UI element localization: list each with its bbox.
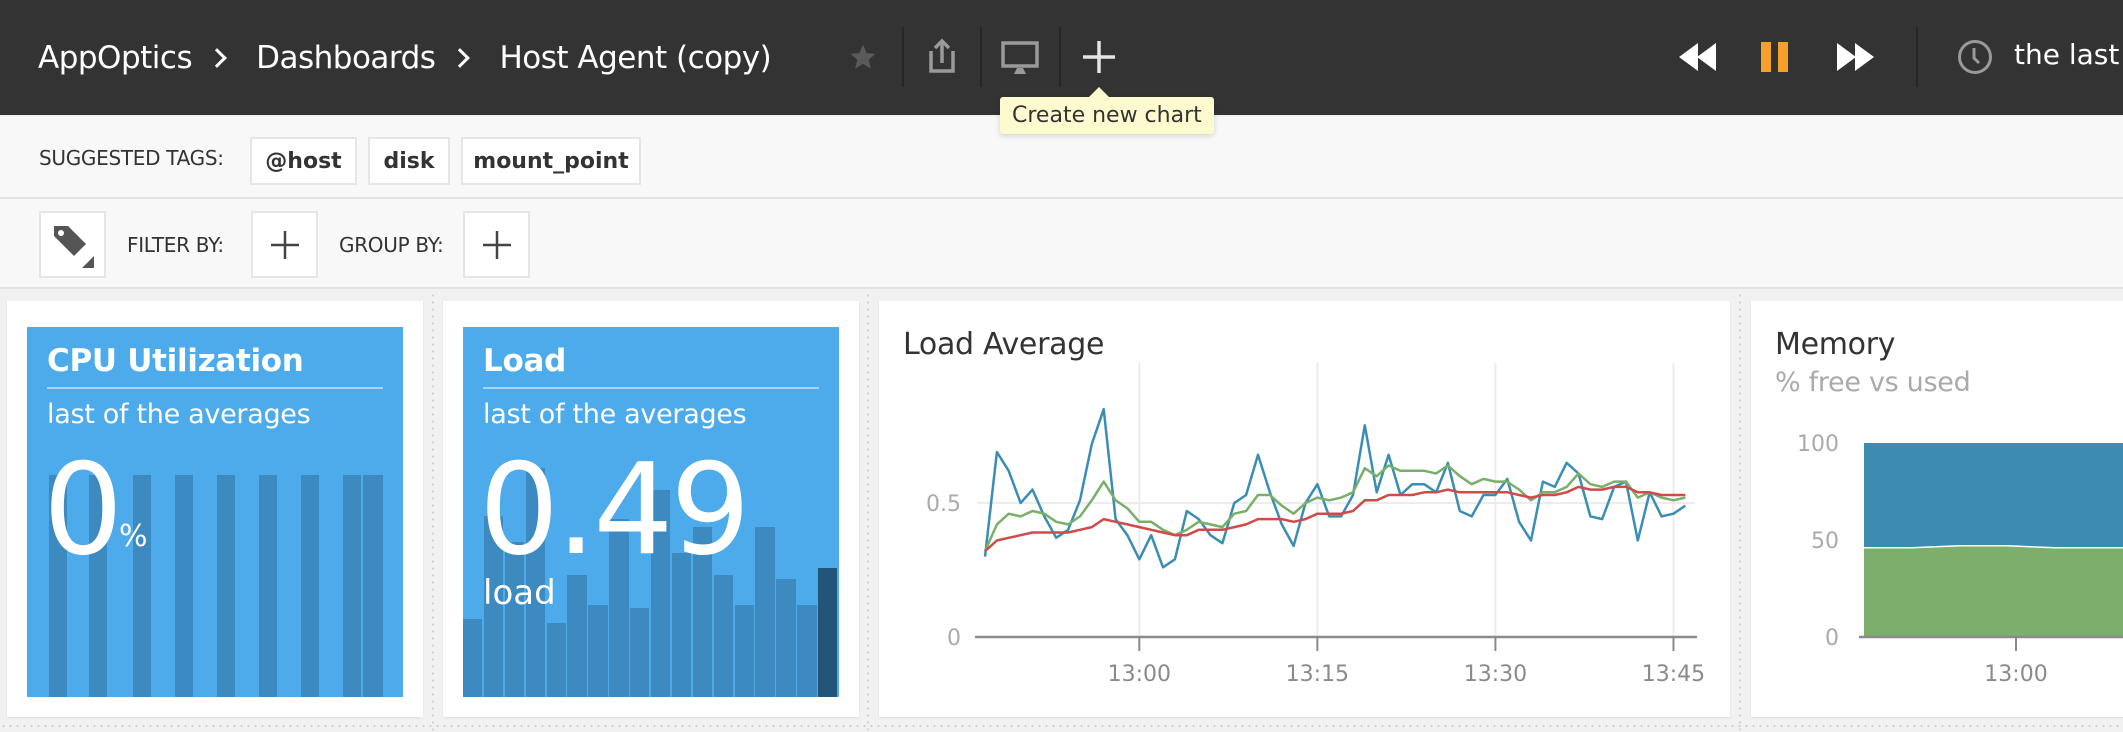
y-tick-label: 0 bbox=[947, 626, 961, 651]
pause-button[interactable] bbox=[1760, 40, 1790, 74]
suggested-tags-label: SUGGESTED TAGS: bbox=[39, 146, 224, 170]
filter-bar: FILTER BY: GROUP BY: bbox=[0, 199, 2123, 289]
spark-bar bbox=[133, 475, 151, 697]
grid-guide bbox=[431, 292, 435, 732]
widget-subtitle: last of the averages bbox=[483, 399, 747, 430]
spark-bar bbox=[259, 475, 277, 697]
widget-title: Load bbox=[483, 343, 819, 389]
cpu-utilization-panel[interactable]: CPU Utilization last of the averages 0 % bbox=[7, 301, 423, 717]
divider bbox=[902, 27, 904, 87]
spark-bar bbox=[713, 574, 734, 697]
widget-value: 0 bbox=[43, 436, 123, 583]
plus-icon bbox=[1083, 41, 1115, 73]
spark-bar bbox=[588, 604, 608, 697]
y-tick-label: 100 bbox=[1797, 432, 1839, 457]
spark-bar bbox=[343, 475, 361, 697]
x-tick-label: 13:00 bbox=[1984, 662, 2047, 687]
star-icon bbox=[850, 44, 876, 69]
rewind-icon bbox=[1679, 43, 1716, 71]
fast-forward-icon bbox=[1837, 43, 1874, 71]
add-group-button[interactable] bbox=[463, 211, 530, 278]
clock-icon bbox=[1958, 40, 1992, 74]
favorite-button[interactable] bbox=[846, 40, 880, 74]
add-filter-button[interactable] bbox=[251, 211, 318, 278]
divider bbox=[1916, 27, 1918, 87]
load-average-chart: 13:00 13:15 13:30 13:45 0 0.5 bbox=[926, 363, 1705, 687]
divider bbox=[1059, 27, 1061, 87]
spark-bar bbox=[755, 526, 775, 697]
grid-guide bbox=[0, 724, 2123, 728]
page-title: Host Agent (copy) bbox=[499, 40, 772, 76]
widget-unit: load bbox=[483, 573, 556, 613]
y-tick-label: 0.5 bbox=[926, 492, 961, 517]
spark-bar bbox=[797, 604, 817, 697]
divider bbox=[980, 27, 982, 87]
share-button[interactable] bbox=[924, 36, 960, 76]
tv-mode-button[interactable] bbox=[1000, 40, 1040, 76]
y-tick-label: 0 bbox=[1825, 626, 1839, 651]
widget-title: CPU Utilization bbox=[47, 343, 383, 389]
chevron-right-icon bbox=[450, 48, 471, 68]
widget-subtitle: last of the averages bbox=[47, 399, 311, 430]
tag-chip[interactable]: @host bbox=[250, 137, 357, 185]
filter-by-label: FILTER BY: bbox=[127, 233, 224, 257]
load-panel[interactable]: Load last of the averages 0.49 load bbox=[443, 301, 859, 717]
add-chart-button[interactable] bbox=[1080, 38, 1118, 76]
widget-value: 0.49 bbox=[479, 436, 751, 583]
tag-chip[interactable]: disk bbox=[368, 137, 450, 185]
tag-icon bbox=[53, 225, 94, 268]
cpu-big-number: CPU Utilization last of the averages 0 % bbox=[27, 327, 403, 697]
share-icon bbox=[929, 38, 955, 73]
grid-guide bbox=[866, 292, 870, 732]
create-chart-tooltip: Create new chart bbox=[1000, 87, 1214, 134]
pause-icon bbox=[1761, 42, 1788, 72]
spark-bar bbox=[301, 475, 319, 697]
spark-bar bbox=[630, 608, 650, 697]
rewind-button[interactable] bbox=[1678, 40, 1718, 74]
breadcrumb-dashboards[interactable]: Dashboards bbox=[256, 40, 436, 76]
plus-icon bbox=[270, 230, 299, 259]
widget-unit: % bbox=[119, 519, 148, 554]
spark-bar bbox=[175, 475, 193, 697]
x-tick-label: 13:45 bbox=[1642, 662, 1705, 687]
spark-bar bbox=[463, 619, 483, 697]
breadcrumb-appoptics[interactable]: AppOptics bbox=[38, 40, 193, 76]
spark-bar bbox=[567, 574, 587, 697]
group-by-label: GROUP BY: bbox=[339, 233, 444, 257]
load-big-number: Load last of the averages 0.49 load bbox=[463, 327, 839, 697]
breadcrumb: AppOptics Dashboards Host Agent (copy) bbox=[38, 36, 772, 80]
y-tick-label: 50 bbox=[1811, 529, 1839, 554]
x-tick-label: 13:30 bbox=[1464, 662, 1527, 687]
area-used[interactable] bbox=[1864, 443, 2123, 548]
spark-bar bbox=[734, 604, 754, 697]
tag-filter-button[interactable] bbox=[39, 211, 106, 278]
x-tick-label: 13:15 bbox=[1286, 662, 1349, 687]
grid-guide bbox=[1738, 292, 1742, 732]
spark-bar bbox=[818, 567, 838, 697]
time-range-button[interactable] bbox=[1956, 38, 1994, 76]
area-free[interactable] bbox=[1864, 545, 2123, 637]
fast-forward-button[interactable] bbox=[1836, 40, 1876, 74]
monitor-icon bbox=[1001, 41, 1039, 74]
tag-chip[interactable]: mount_point bbox=[461, 137, 641, 185]
time-range-label[interactable]: the last 6 bbox=[2014, 38, 2123, 71]
chevron-right-icon bbox=[207, 48, 228, 68]
spark-bar bbox=[217, 475, 235, 697]
memory-panel[interactable]: Memory % free vs used 0 50 100 13:00 bbox=[1751, 301, 2123, 717]
x-tick-label: 13:00 bbox=[1108, 662, 1171, 687]
spark-bar bbox=[776, 578, 796, 697]
spark-bar bbox=[363, 475, 383, 697]
series-line-load-15m[interactable] bbox=[984, 485, 1686, 553]
load-average-panel[interactable]: Load Average 13:00 13:15 13:30 13:45 0 0.5 bbox=[879, 301, 1730, 717]
plus-icon bbox=[482, 230, 511, 259]
memory-chart: 0 50 100 13:00 bbox=[1797, 432, 2123, 687]
spark-bar bbox=[546, 623, 566, 697]
